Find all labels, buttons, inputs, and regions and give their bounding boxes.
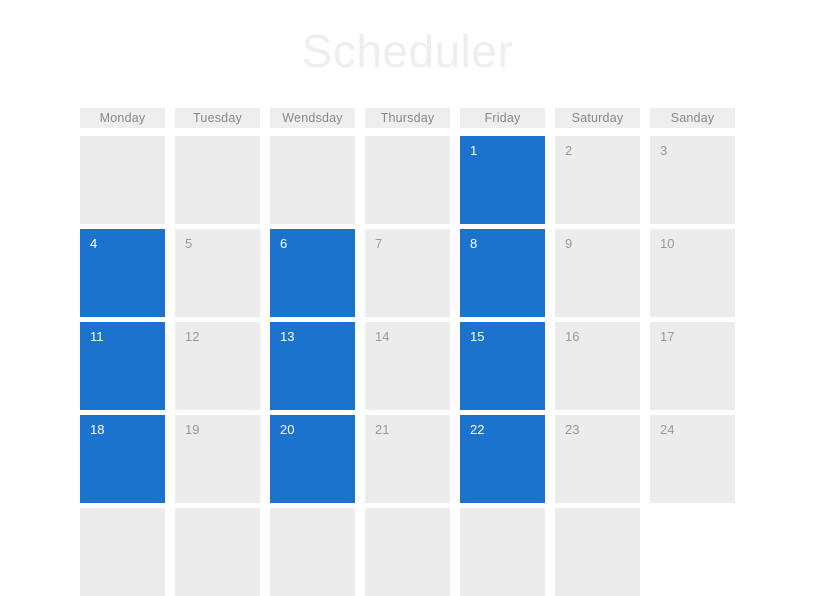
calendar-week-row: 4 5 6 7 8 9 10 [80,229,743,317]
day-cell-18[interactable]: 18 [80,415,165,503]
day-number: 11 [90,329,104,344]
page-title: Scheduler [301,25,514,77]
day-cell-12[interactable]: 12 [175,322,260,410]
day-cell-11[interactable]: 11 [80,322,165,410]
day-number: 6 [280,236,288,251]
day-number: 13 [280,329,295,344]
day-cell-13[interactable]: 13 [270,322,355,410]
weekday-header-monday: Monday [80,108,165,128]
day-cell-24[interactable]: 24 [650,415,735,503]
calendar-week-row: 1 2 3 [80,136,743,224]
day-cell-3[interactable]: 3 [650,136,735,224]
day-cell-blank[interactable] [365,136,450,224]
day-number: 22 [470,422,485,437]
day-cell-9[interactable]: 9 [555,229,640,317]
day-number: 24 [660,422,675,437]
calendar-week-row: 11 12 13 14 15 16 17 [80,322,743,410]
day-cell-blank[interactable] [460,508,545,596]
day-cell-blank[interactable] [365,508,450,596]
day-cell-blank[interactable] [175,136,260,224]
weekday-header-thursday: Thursday [365,108,450,128]
weekday-header-tuesday: Tuesday [175,108,260,128]
day-cell-23[interactable]: 23 [555,415,640,503]
calendar-week-row: 18 19 20 21 22 23 24 [80,415,743,503]
scheduler-page: Scheduler Monday Tuesday Wendsday Thursday F… [0,0,815,596]
weekday-header-friday: Friday [460,108,545,128]
day-number: 12 [185,329,200,344]
day-cell-20[interactable]: 20 [270,415,355,503]
day-cell-blank[interactable] [80,136,165,224]
day-number: 10 [660,236,675,251]
calendar-week-row [80,508,743,596]
day-cell-blank[interactable] [270,508,355,596]
day-cell-1[interactable]: 1 [460,136,545,224]
day-number: 21 [375,422,390,437]
calendar-grid: Monday Tuesday Wendsday Thursday Friday Satur… [80,108,743,596]
day-number: 18 [90,422,105,437]
weekday-header-saturday: Saturday [555,108,640,128]
weekday-header-sanday: Sanday [650,108,735,128]
calendar-weeks: 1 2 3 4 5 6 7 8 9 10 11 12 13 14 15 16 17 18 19 20 21 22 23 24 [80,136,743,596]
day-number: 3 [660,143,668,158]
day-number: 16 [565,329,580,344]
day-cell-16[interactable]: 16 [555,322,640,410]
day-cell-4[interactable]: 4 [80,229,165,317]
day-number: 8 [470,236,478,251]
day-cell-empty [650,508,735,596]
day-number: 14 [375,329,390,344]
day-cell-6[interactable]: 6 [270,229,355,317]
day-number: 9 [565,236,573,251]
day-cell-19[interactable]: 19 [175,415,260,503]
day-cell-14[interactable]: 14 [365,322,450,410]
day-cell-2[interactable]: 2 [555,136,640,224]
day-number: 17 [660,329,675,344]
day-cell-blank[interactable] [80,508,165,596]
weekday-header-wendsday: Wendsday [270,108,355,128]
day-number: 2 [565,143,573,158]
day-number: 4 [90,236,98,251]
day-cell-7[interactable]: 7 [365,229,450,317]
day-number: 19 [185,422,200,437]
day-cell-10[interactable]: 10 [650,229,735,317]
day-number: 5 [185,236,193,251]
day-number: 7 [375,236,383,251]
day-cell-5[interactable]: 5 [175,229,260,317]
day-cell-blank[interactable] [175,508,260,596]
day-number: 20 [280,422,295,437]
day-cell-15[interactable]: 15 [460,322,545,410]
day-cell-8[interactable]: 8 [460,229,545,317]
day-number: 1 [470,143,478,158]
day-cell-21[interactable]: 21 [365,415,450,503]
day-cell-17[interactable]: 17 [650,322,735,410]
day-cell-blank[interactable] [555,508,640,596]
day-number: 23 [565,422,580,437]
day-cell-22[interactable]: 22 [460,415,545,503]
day-cell-blank[interactable] [270,136,355,224]
weekday-header-row: Monday Tuesday Wendsday Thursday Friday Satur… [80,108,743,128]
day-number: 15 [470,329,485,344]
